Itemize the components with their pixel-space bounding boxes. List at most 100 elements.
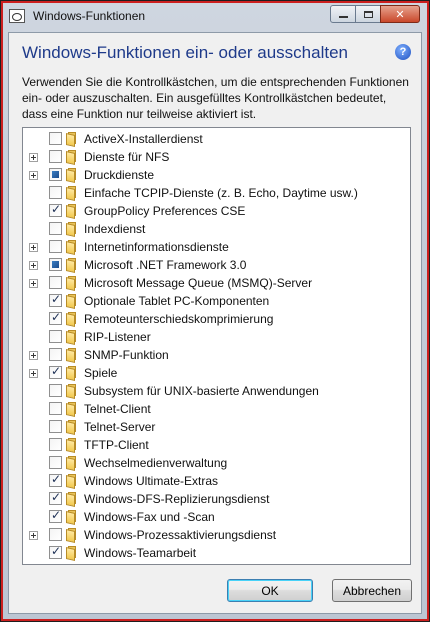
feature-checkbox[interactable] <box>49 168 62 181</box>
folder-icon <box>66 276 78 291</box>
expand-icon[interactable] <box>29 369 38 378</box>
feature-row[interactable]: Windows-Fax und -Scan <box>23 508 410 526</box>
feature-row[interactable]: SNMP-Funktion <box>23 346 410 364</box>
expand-icon[interactable] <box>29 171 38 180</box>
feature-checkbox[interactable] <box>49 420 62 433</box>
feature-row[interactable]: Indexdienst <box>23 220 410 238</box>
feature-checkbox[interactable] <box>49 402 62 415</box>
feature-label: Druckdienste <box>84 168 155 182</box>
feature-row[interactable]: Microsoft .NET Framework 3.0 <box>23 256 410 274</box>
folder-icon <box>66 168 78 183</box>
feature-row[interactable]: Optionale Tablet PC-Komponenten <box>23 292 410 310</box>
feature-row[interactable]: Microsoft Message Queue (MSMQ)-Server <box>23 274 410 292</box>
folder-icon <box>66 474 78 489</box>
feature-checkbox[interactable] <box>49 456 62 469</box>
folder-icon <box>66 330 78 345</box>
feature-checkbox[interactable] <box>49 150 62 163</box>
folder-icon <box>66 132 78 147</box>
help-icon[interactable]: ? <box>395 44 411 60</box>
feature-checkbox[interactable] <box>49 202 62 217</box>
expand-icon[interactable] <box>29 351 38 360</box>
feature-checkbox[interactable] <box>49 472 62 487</box>
expand-icon[interactable] <box>29 279 38 288</box>
expand-icon[interactable] <box>29 243 38 252</box>
folder-icon <box>66 438 78 453</box>
close-icon: ✕ <box>395 7 405 21</box>
folder-icon <box>66 546 78 561</box>
expand-icon[interactable] <box>29 153 38 162</box>
feature-label: ActiveX-Installerdienst <box>84 132 203 146</box>
feature-label: Windows-DFS-Replizierungsdienst <box>84 492 270 506</box>
windows-features-icon <box>9 9 25 23</box>
feature-row[interactable]: TFTP-Client <box>23 436 410 454</box>
minimize-icon <box>338 16 348 18</box>
feature-checkbox[interactable] <box>49 348 62 361</box>
title-bar[interactable]: Windows-Funktionen ✕ <box>1 1 429 33</box>
feature-row[interactable]: Telnet-Client <box>23 400 410 418</box>
folder-icon <box>66 492 78 507</box>
dialog-heading: Windows-Funktionen ein- oder ausschalten <box>22 43 349 62</box>
feature-checkbox[interactable] <box>49 364 62 379</box>
folder-icon <box>66 384 78 399</box>
window-frame: Windows-Funktionen ✕ Windows-Funktionen … <box>0 0 430 622</box>
folder-icon <box>66 348 78 363</box>
minimize-button[interactable] <box>330 5 356 23</box>
feature-row[interactable]: Windows-Teamarbeit <box>23 544 410 562</box>
feature-label: GroupPolicy Preferences CSE <box>84 204 246 218</box>
feature-checkbox[interactable] <box>49 330 62 343</box>
feature-row[interactable]: ActiveX-Installerdienst <box>23 130 410 148</box>
feature-checkbox[interactable] <box>49 222 62 235</box>
feature-checkbox[interactable] <box>49 258 62 271</box>
feature-row[interactable]: Wechselmedienverwaltung <box>23 454 410 472</box>
feature-row[interactable]: Remoteunterschiedskomprimierung <box>23 310 410 328</box>
folder-icon <box>66 240 78 255</box>
feature-checkbox[interactable] <box>49 310 62 325</box>
feature-label: SNMP-Funktion <box>84 348 169 362</box>
folder-icon <box>66 186 78 201</box>
feature-label: Optionale Tablet PC-Komponenten <box>84 294 270 308</box>
feature-label: RIP-Listener <box>84 330 151 344</box>
folder-icon <box>66 222 78 237</box>
feature-row[interactable]: GroupPolicy Preferences CSE <box>23 202 410 220</box>
feature-row[interactable]: Telnet-Server <box>23 418 410 436</box>
feature-checkbox[interactable] <box>49 384 62 397</box>
features-tree[interactable]: ActiveX-Installerdienst Dienste für NFS Dr… <box>22 127 411 565</box>
ok-button[interactable]: OK <box>227 579 313 602</box>
feature-row[interactable]: Internetinformationsdienste <box>23 238 410 256</box>
feature-row[interactable]: Einfache TCPIP-Dienste (z. B. Echo, Dayt… <box>23 184 410 202</box>
feature-checkbox[interactable] <box>49 240 62 253</box>
feature-checkbox[interactable] <box>49 544 62 559</box>
folder-icon <box>66 204 78 219</box>
maximize-button[interactable] <box>355 5 381 23</box>
feature-row[interactable]: Subsystem für UNIX-basierte Anwendungen <box>23 382 410 400</box>
feature-row[interactable]: Windows Ultimate-Extras <box>23 472 410 490</box>
feature-label: Spiele <box>84 366 118 380</box>
feature-checkbox[interactable] <box>49 490 62 505</box>
feature-row[interactable]: Druckdienste <box>23 166 410 184</box>
folder-icon <box>66 150 78 165</box>
feature-label: Windows-Teamarbeit <box>84 546 197 560</box>
feature-label: Subsystem für UNIX-basierte Anwendungen <box>84 384 319 398</box>
feature-checkbox[interactable] <box>49 186 62 199</box>
folder-icon <box>66 366 78 381</box>
close-button[interactable]: ✕ <box>380 5 420 23</box>
feature-row[interactable]: Dienste für NFS <box>23 148 410 166</box>
folder-icon <box>66 312 78 327</box>
feature-row[interactable]: RIP-Listener <box>23 328 410 346</box>
maximize-icon <box>363 10 373 18</box>
feature-checkbox[interactable] <box>49 276 62 289</box>
expand-icon[interactable] <box>29 261 38 270</box>
expand-icon[interactable] <box>29 531 38 540</box>
feature-checkbox[interactable] <box>49 132 62 145</box>
feature-checkbox[interactable] <box>49 292 62 307</box>
feature-row[interactable]: Spiele <box>23 364 410 382</box>
cancel-button[interactable]: Abbrechen <box>332 579 412 602</box>
feature-row[interactable]: Windows-Prozessaktivierungsdienst <box>23 526 410 544</box>
feature-row[interactable]: Windows-DFS-Replizierungsdienst <box>23 490 410 508</box>
folder-icon <box>66 258 78 273</box>
feature-checkbox[interactable] <box>49 508 62 523</box>
feature-checkbox[interactable] <box>49 528 62 541</box>
feature-checkbox[interactable] <box>49 438 62 451</box>
feature-label: Indexdienst <box>84 222 146 236</box>
dialog-description: Verwenden Sie die Kontrollkästchen, um d… <box>22 75 409 121</box>
